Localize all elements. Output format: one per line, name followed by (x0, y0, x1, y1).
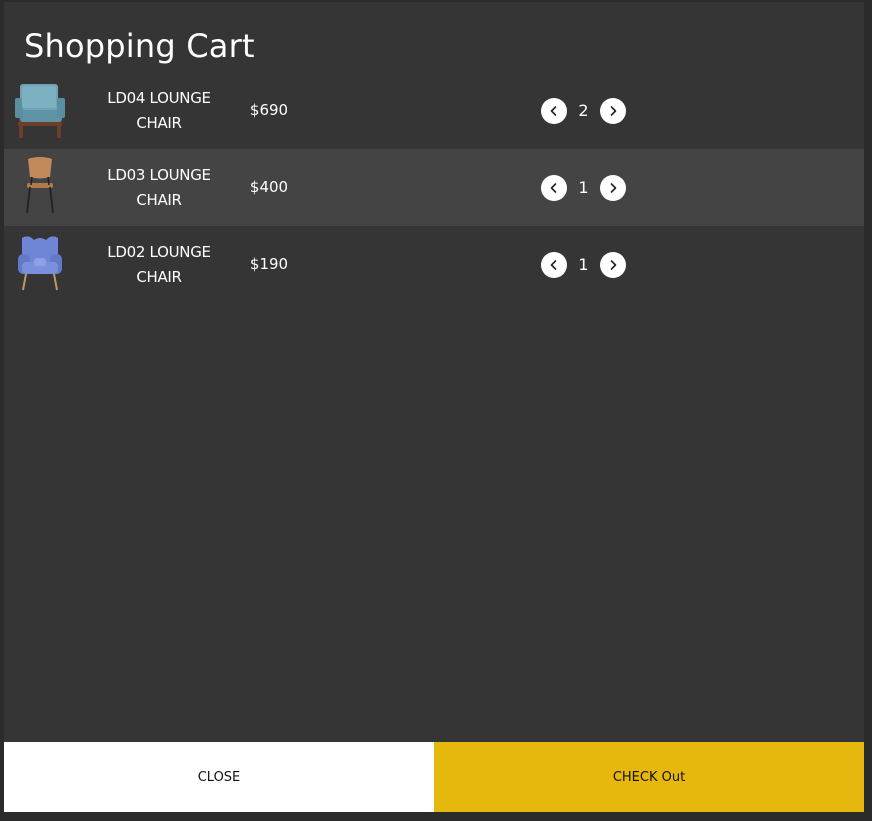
chevron-left-icon (550, 260, 557, 270)
wood-chair-icon (12, 155, 68, 217)
cart-panel: Shopping Cart LD04 LOUNGE CHAIR $690 2 L… (4, 2, 864, 812)
quantity-value: 1 (578, 255, 589, 274)
increase-quantity-button[interactable] (600, 175, 626, 201)
item-name: LD04 LOUNGE CHAIR (107, 89, 211, 132)
item-price: $400 (249, 178, 289, 196)
chevron-right-icon (610, 260, 617, 270)
chevron-left-icon (550, 106, 557, 116)
chevron-right-icon (610, 183, 617, 193)
decrease-quantity-button[interactable] (541, 252, 567, 278)
item-price: $190 (249, 255, 289, 273)
quantity-stepper: 1 (541, 252, 627, 278)
increase-quantity-button[interactable] (600, 252, 626, 278)
item-name: LD03 LOUNGE CHAIR (107, 166, 211, 209)
page-title: Shopping Cart (24, 27, 255, 65)
chevron-right-icon (610, 106, 617, 116)
teal-armchair-icon (12, 78, 68, 140)
cart-item-list: LD04 LOUNGE CHAIR $690 2 LD03 LOUNGE CHA… (4, 72, 864, 303)
quantity-stepper: 2 (541, 98, 627, 124)
item-price: $690 (249, 101, 289, 119)
decrease-quantity-button[interactable] (541, 175, 567, 201)
close-button[interactable]: CLOSE (4, 742, 434, 812)
quantity-stepper: 1 (541, 175, 627, 201)
cart-footer: CLOSE CHECK Out (4, 742, 864, 812)
cart-item: LD02 LOUNGE CHAIR $190 1 (4, 226, 864, 303)
quantity-value: 1 (578, 178, 589, 197)
item-name: LD02 LOUNGE CHAIR (107, 243, 211, 286)
cart-item: LD03 LOUNGE CHAIR $400 1 (4, 149, 864, 226)
quantity-value: 2 (578, 101, 589, 120)
checkout-button[interactable]: CHECK Out (434, 742, 864, 812)
decrease-quantity-button[interactable] (541, 98, 567, 124)
chevron-left-icon (550, 183, 557, 193)
blue-wingchair-icon (12, 232, 68, 294)
cart-item: LD04 LOUNGE CHAIR $690 2 (4, 72, 864, 149)
increase-quantity-button[interactable] (600, 98, 626, 124)
